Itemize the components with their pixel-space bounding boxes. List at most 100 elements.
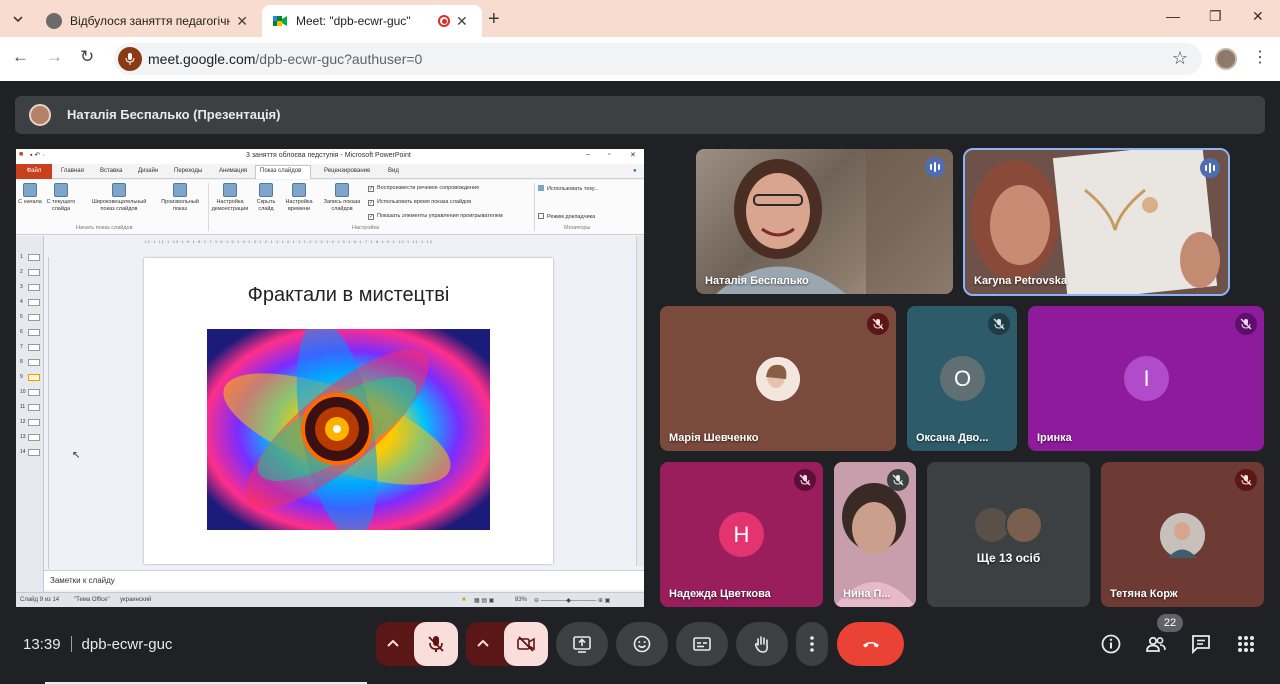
powerpoint-statusbar: Слайд 9 из 14 "Тема Office" украинский ■…	[16, 592, 644, 607]
meeting-info: 13:39 dpb-ecwr-guc	[23, 636, 172, 653]
muted-icon	[1235, 469, 1257, 491]
camera-off-icon	[517, 636, 535, 652]
tab-close-icon[interactable]: ✕	[456, 13, 468, 30]
from-current-button: С текущего слайда	[43, 183, 79, 213]
reload-icon[interactable]: ↻	[80, 47, 94, 67]
participant-tile[interactable]: О Оксана Дво...	[907, 306, 1017, 451]
record-show-button: Запись показа слайдов	[318, 183, 366, 213]
window-close-icon[interactable]: ✕	[1252, 8, 1264, 25]
ribbon-tab: Вид	[388, 168, 399, 174]
ribbon-tab: Вставка	[100, 168, 123, 174]
captions-button[interactable]	[676, 622, 728, 666]
participant-name: Іринка	[1037, 432, 1072, 444]
ribbon-tab: Рецензирование	[324, 168, 371, 174]
avatar	[756, 357, 800, 401]
ribbon-tabs: Файл Главная Вставка Дизайн Переходы Ани…	[16, 164, 644, 179]
activities-button[interactable]	[1234, 632, 1258, 656]
bookmark-star-icon[interactable]: ☆	[1172, 48, 1188, 69]
present-button[interactable]	[556, 622, 608, 666]
normal-view-icon: ■	[462, 597, 466, 603]
browser-tab-news[interactable]: Відбулося заняття педагогічно ✕	[36, 5, 258, 37]
narration-checkbox: ✓ Воспроизвести речевое сопровождение	[368, 185, 480, 192]
browser-tab-meet[interactable]: Meet: "dpb-ecwr-guc" ✕	[262, 5, 482, 37]
zoom-level: 83%	[515, 597, 528, 603]
ruler: ·12·1·11·1·10·1·9·1·8·1·7·1·6·1·5·1·4·1·…	[142, 239, 436, 244]
leave-call-button[interactable]	[837, 622, 904, 666]
chevron-up-icon[interactable]	[475, 636, 491, 652]
speaking-indicator-icon	[925, 157, 945, 177]
participant-name: Надежда Цветкова	[669, 588, 771, 600]
from-start-button: С начала	[18, 183, 42, 206]
participant-name: Karyna Petrovska	[974, 275, 1067, 287]
avatar: І	[1124, 356, 1169, 401]
minimize-icon[interactable]: —	[1166, 8, 1180, 24]
tab-close-icon[interactable]: ✕	[236, 13, 248, 30]
thumbnail-selected: 9	[20, 374, 40, 381]
participant-name: Марія Шевченко	[669, 432, 759, 444]
slide-title: Фрактали в мистецтві	[247, 284, 450, 306]
audio-control	[376, 622, 458, 666]
chevron-down-icon	[13, 16, 23, 23]
muted-icon	[794, 469, 816, 491]
more-options-button[interactable]	[796, 622, 828, 666]
slide-thumbnails: 1 2 3 4 5 6 7 8 9 10 11 12 13 14	[16, 236, 44, 596]
mic-toggle-button[interactable]	[414, 622, 458, 666]
thumbnail: 13	[20, 434, 40, 441]
new-tab-icon[interactable]: +	[488, 8, 500, 31]
rehearse-button: Настройка времени	[282, 183, 316, 213]
muted-icon	[988, 313, 1010, 335]
tab-search-button[interactable]	[7, 8, 29, 30]
profile-avatar[interactable]	[1215, 48, 1237, 70]
restore-icon: ▫	[608, 151, 611, 158]
participant-tile[interactable]: Н Надежда Цветкова	[660, 462, 823, 607]
participant-tile[interactable]: Нина П...	[834, 462, 916, 607]
reactions-button[interactable]	[616, 622, 668, 666]
info-icon	[1101, 634, 1121, 654]
save-icon: ▪ ↶ ·	[30, 152, 45, 159]
clock: 13:39	[23, 636, 61, 653]
meeting-details-button[interactable]	[1099, 632, 1123, 656]
chat-button[interactable]	[1189, 632, 1213, 656]
raise-hand-button[interactable]	[736, 622, 788, 666]
vertical-scrollbar	[636, 236, 644, 566]
thumbnail: 11	[20, 404, 40, 411]
group-label: Настройка	[352, 225, 380, 231]
chevron-up-icon[interactable]	[385, 636, 401, 652]
presenter-label: Наталія Беспалько (Презентація)	[67, 107, 281, 122]
captions-icon	[693, 637, 711, 651]
ribbon-tab: Показ слайдов	[260, 168, 302, 174]
hide-slide-button: Скрыть слайд	[252, 183, 280, 213]
url-text[interactable]: meet.google.com/dpb-ecwr-guc?authuser=0	[148, 51, 422, 67]
mic-in-use-icon[interactable]	[118, 47, 142, 71]
people-button[interactable]	[1144, 632, 1168, 656]
restore-icon[interactable]: ❐	[1209, 8, 1222, 25]
divider	[534, 183, 535, 231]
participant-tile[interactable]: І Іринка	[1028, 306, 1264, 451]
tab-title: Meet: "dpb-ecwr-guc"	[296, 14, 411, 28]
participant-tile[interactable]: Тетяна Корж	[1101, 462, 1264, 607]
address-bar[interactable]: meet.google.com/dpb-ecwr-guc?authuser=0 …	[114, 43, 1202, 75]
controls-checkbox: ✓ Показать элементы управления проигрыват…	[368, 213, 503, 220]
setup-show-button: Настройка демонстрации	[210, 183, 250, 213]
back-icon[interactable]: ←	[12, 47, 29, 67]
participant-video	[971, 150, 1220, 294]
globe-icon	[46, 13, 62, 29]
participant-name: Наталія Беспалько	[705, 275, 809, 287]
camera-toggle-button[interactable]	[504, 622, 548, 666]
mouse-cursor-icon: ↖	[72, 450, 81, 461]
hangup-icon	[862, 642, 879, 648]
forward-icon[interactable]: →	[46, 47, 63, 67]
others-tile[interactable]: Ще 13 осіб	[927, 462, 1090, 607]
participant-tile[interactable]: Марія Шевченко	[660, 306, 896, 451]
browser-menu-icon[interactable]: ⋮	[1252, 47, 1268, 67]
participant-video	[716, 149, 953, 294]
ribbon: С начала С текущего слайда Широковещател…	[16, 180, 644, 235]
avatar	[1005, 506, 1043, 544]
thumbnail: 2	[20, 269, 40, 276]
participant-tile-active[interactable]: Karyna Petrovska	[963, 148, 1230, 296]
browser-tab-strip: Відбулося заняття педагогічно ✕ Meet: "d…	[0, 0, 1280, 37]
participant-tile[interactable]: Наталія Беспалько	[696, 149, 953, 294]
ribbon-tab: Анимация	[219, 168, 248, 174]
muted-icon	[867, 313, 889, 335]
browser-toolbar: ← → ↻ meet.google.com/dpb-ecwr-guc?authu…	[0, 37, 1280, 81]
